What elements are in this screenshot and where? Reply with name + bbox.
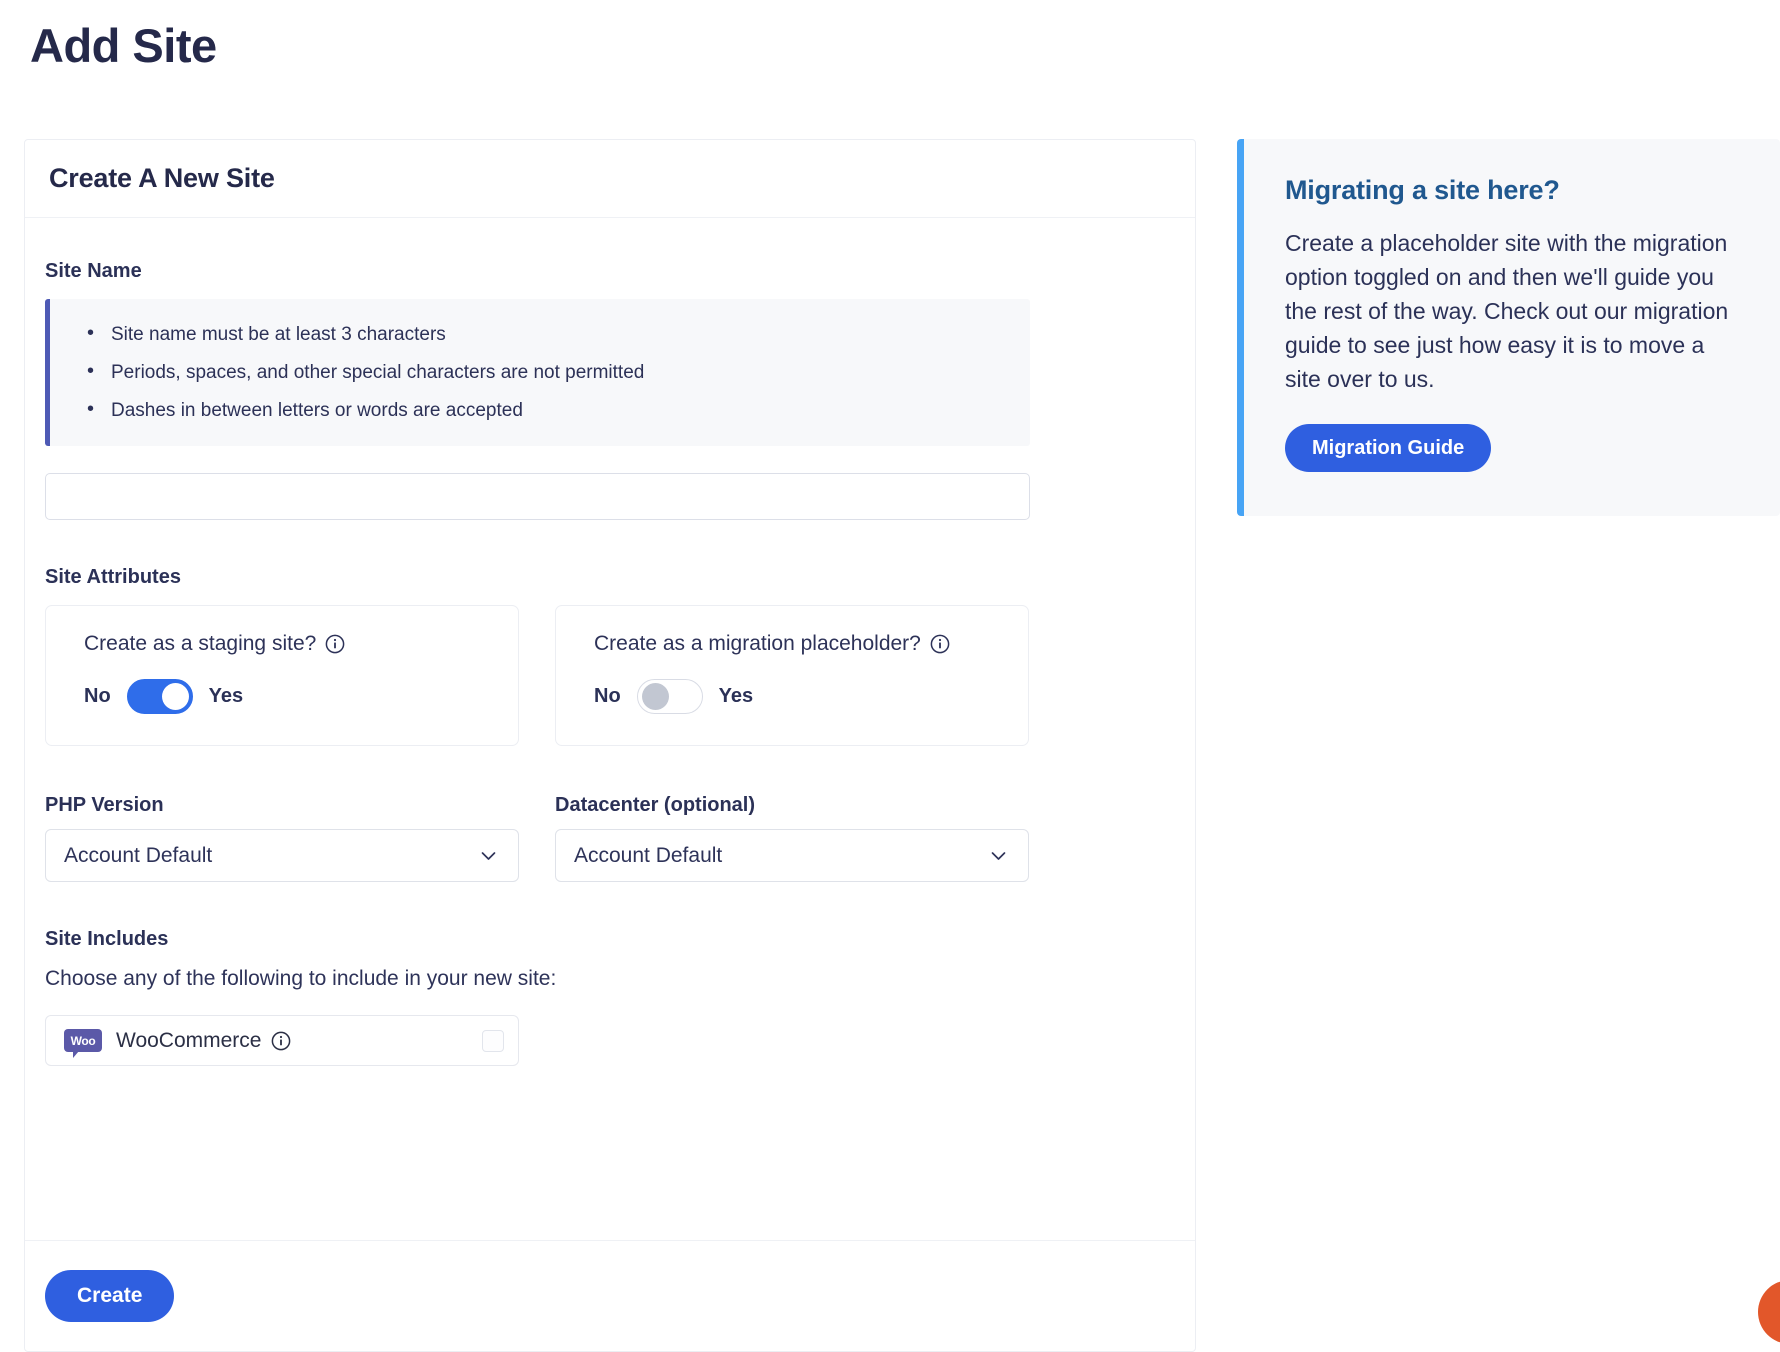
page-title: Add Site — [30, 19, 217, 72]
staging-site-question: Create as a staging site? — [84, 632, 518, 656]
migration-info-panel: Migrating a site here? Create a placehol… — [1237, 139, 1780, 516]
site-name-input[interactable] — [45, 473, 1030, 520]
staging-toggle-no-label: No — [84, 685, 111, 707]
migration-toggle-no-label: No — [594, 685, 621, 707]
info-circle-icon[interactable] — [271, 1031, 291, 1051]
card-header: Create A New Site — [25, 140, 1195, 218]
chevron-down-icon — [479, 846, 498, 865]
staging-site-question-label: Create as a staging site? — [84, 632, 317, 655]
add-site-page: Add Site Create A New Site Site Name Sit… — [0, 0, 1780, 1352]
info-circle-icon[interactable] — [325, 634, 345, 654]
site-name-label: Site Name — [45, 260, 142, 282]
site-includes-help-text: Choose any of the following to include i… — [45, 967, 557, 990]
migration-placeholder-toggle-row: No Yes — [594, 679, 1028, 714]
migration-placeholder-question: Create as a migration placeholder? — [594, 632, 1028, 656]
site-attributes-label: Site Attributes — [45, 566, 181, 588]
staging-toggle-yes-label: Yes — [208, 685, 244, 707]
list-item: Periods, spaces, and other special chara… — [84, 361, 1006, 382]
woocommerce-logo: Woo — [64, 1029, 102, 1058]
staging-site-toggle-row: No Yes — [84, 679, 518, 714]
woocommerce-logo-text: Woo — [70, 1033, 96, 1048]
site-name-rules-callout: Site name must be at least 3 characters … — [45, 299, 1030, 446]
php-version-value: Account Default — [64, 843, 213, 867]
toggle-knob — [641, 683, 669, 710]
php-version-select[interactable]: Account Default — [45, 829, 519, 882]
create-new-site-card: Create A New Site Site Name Site name mu… — [24, 139, 1196, 1352]
site-attributes-row: Create as a staging site? No Yes Create … — [45, 605, 1171, 746]
migration-guide-button[interactable]: Migration Guide — [1285, 424, 1492, 473]
woocommerce-label: WooCommerce — [116, 1028, 262, 1052]
create-button[interactable]: Create — [45, 1270, 175, 1322]
php-version-label: PHP Version — [45, 794, 164, 816]
migration-placeholder-toggle[interactable] — [636, 679, 703, 714]
datacenter-value: Account Default — [574, 843, 723, 867]
chevron-down-icon — [989, 846, 1008, 865]
site-name-rules-list: Site name must be at least 3 characters … — [84, 323, 1006, 420]
selects-row: PHP Version Account Default Datacenter (… — [45, 794, 1171, 882]
site-includes-label: Site Includes — [45, 928, 169, 950]
card-body: Site Name Site name must be at least 3 c… — [25, 218, 1195, 1066]
woocommerce-include-row[interactable]: Woo WooCommerce — [45, 1015, 519, 1066]
woocommerce-checkbox[interactable] — [482, 1029, 504, 1052]
help-chat-bubble-icon[interactable] — [1758, 1280, 1780, 1344]
migration-info-body: Create a placeholder site with the migra… — [1285, 230, 1729, 393]
php-version-group: PHP Version Account Default — [45, 794, 519, 882]
migration-toggle-yes-label: Yes — [718, 685, 754, 707]
datacenter-select[interactable]: Account Default — [555, 829, 1029, 882]
datacenter-group: Datacenter (optional) Account Default — [555, 794, 1029, 882]
migration-placeholder-question-label: Create as a migration placeholder? — [594, 632, 921, 655]
list-item: Dashes in between letters or words are a… — [84, 399, 1006, 420]
staging-site-toggle[interactable] — [126, 679, 193, 714]
staging-site-option-card: Create as a staging site? No Yes — [45, 605, 519, 746]
datacenter-label: Datacenter (optional) — [555, 794, 756, 816]
migration-info-title: Migrating a site here? — [1285, 175, 1560, 205]
migration-placeholder-option-card: Create as a migration placeholder? No Ye… — [555, 605, 1029, 746]
toggle-knob — [161, 683, 189, 710]
list-item: Site name must be at least 3 characters — [84, 323, 1006, 344]
card-footer: Create — [25, 1240, 1195, 1351]
card-header-title: Create A New Site — [49, 163, 275, 193]
info-circle-icon[interactable] — [930, 634, 950, 654]
